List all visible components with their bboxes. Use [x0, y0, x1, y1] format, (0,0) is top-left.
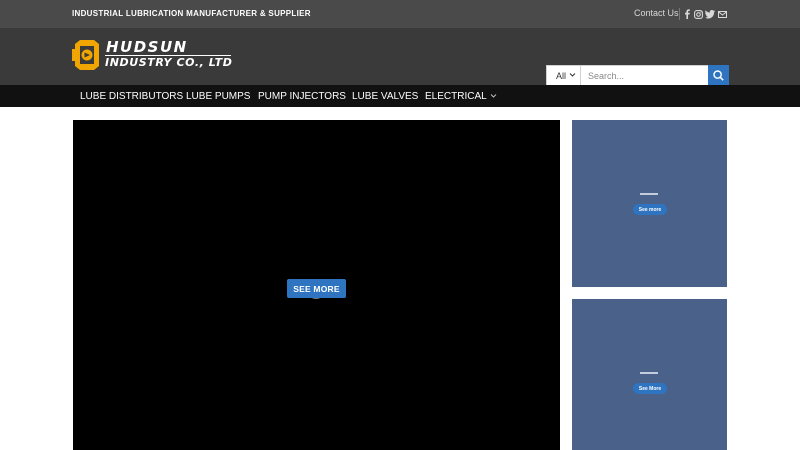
logo-text-secondary: INDUSTRY CO., LTD — [105, 56, 233, 69]
site-tagline: INDUSTRIAL LUBRICATION MANUFACTURER & SU… — [72, 9, 311, 18]
contact-us-link[interactable]: Contact Us — [634, 8, 679, 18]
logo-text-primary: HUDSUN — [106, 38, 188, 56]
site-header: HUDSUN INDUSTRY CO., LTD All — [0, 28, 800, 105]
nav-item-pump-injectors[interactable]: PUMP INJECTORS — [258, 91, 346, 102]
site-logo[interactable]: HUDSUN INDUSTRY CO., LTD — [72, 39, 234, 73]
search-category-label: All — [556, 71, 567, 81]
nav-item-lube-pumps[interactable]: LUBE PUMPS — [186, 91, 250, 102]
promo-divider — [640, 193, 658, 195]
logo-mark-icon — [72, 40, 99, 70]
email-icon[interactable] — [717, 9, 727, 19]
search-category-select[interactable]: All — [547, 66, 581, 85]
search-input[interactable] — [582, 66, 708, 85]
nav-item-electrical[interactable]: ELECTRICAL — [425, 91, 497, 102]
facebook-icon[interactable] — [682, 9, 692, 19]
instagram-icon[interactable] — [693, 9, 703, 19]
promo-see-more-button[interactable]: See more — [633, 204, 667, 215]
search-icon — [713, 70, 724, 81]
search-button[interactable] — [708, 65, 729, 86]
main-nav: LUBE DISTRIBUTORS LUBE PUMPS PUMP INJECT… — [0, 85, 800, 107]
promo-divider — [640, 372, 658, 374]
chevron-down-icon — [490, 94, 497, 99]
nav-item-electrical-label: ELECTRICAL — [425, 91, 487, 102]
see-more-button[interactable]: SEE MORE — [287, 279, 346, 298]
top-bar: INDUSTRIAL LUBRICATION MANUFACTURER & SU… — [0, 0, 800, 28]
nav-item-lube-distributors[interactable]: LUBE DISTRIBUTORS — [80, 91, 183, 102]
twitter-icon[interactable] — [705, 9, 715, 19]
chevron-down-icon — [569, 73, 576, 77]
topbar-divider — [679, 8, 680, 20]
search-form: All — [546, 65, 729, 86]
promo-card[interactable]: See More — [572, 299, 727, 450]
nav-item-lube-valves[interactable]: LUBE VALVES — [352, 91, 418, 102]
promo-see-more-button[interactable]: See More — [633, 383, 667, 394]
promo-card[interactable]: See more — [572, 120, 727, 287]
